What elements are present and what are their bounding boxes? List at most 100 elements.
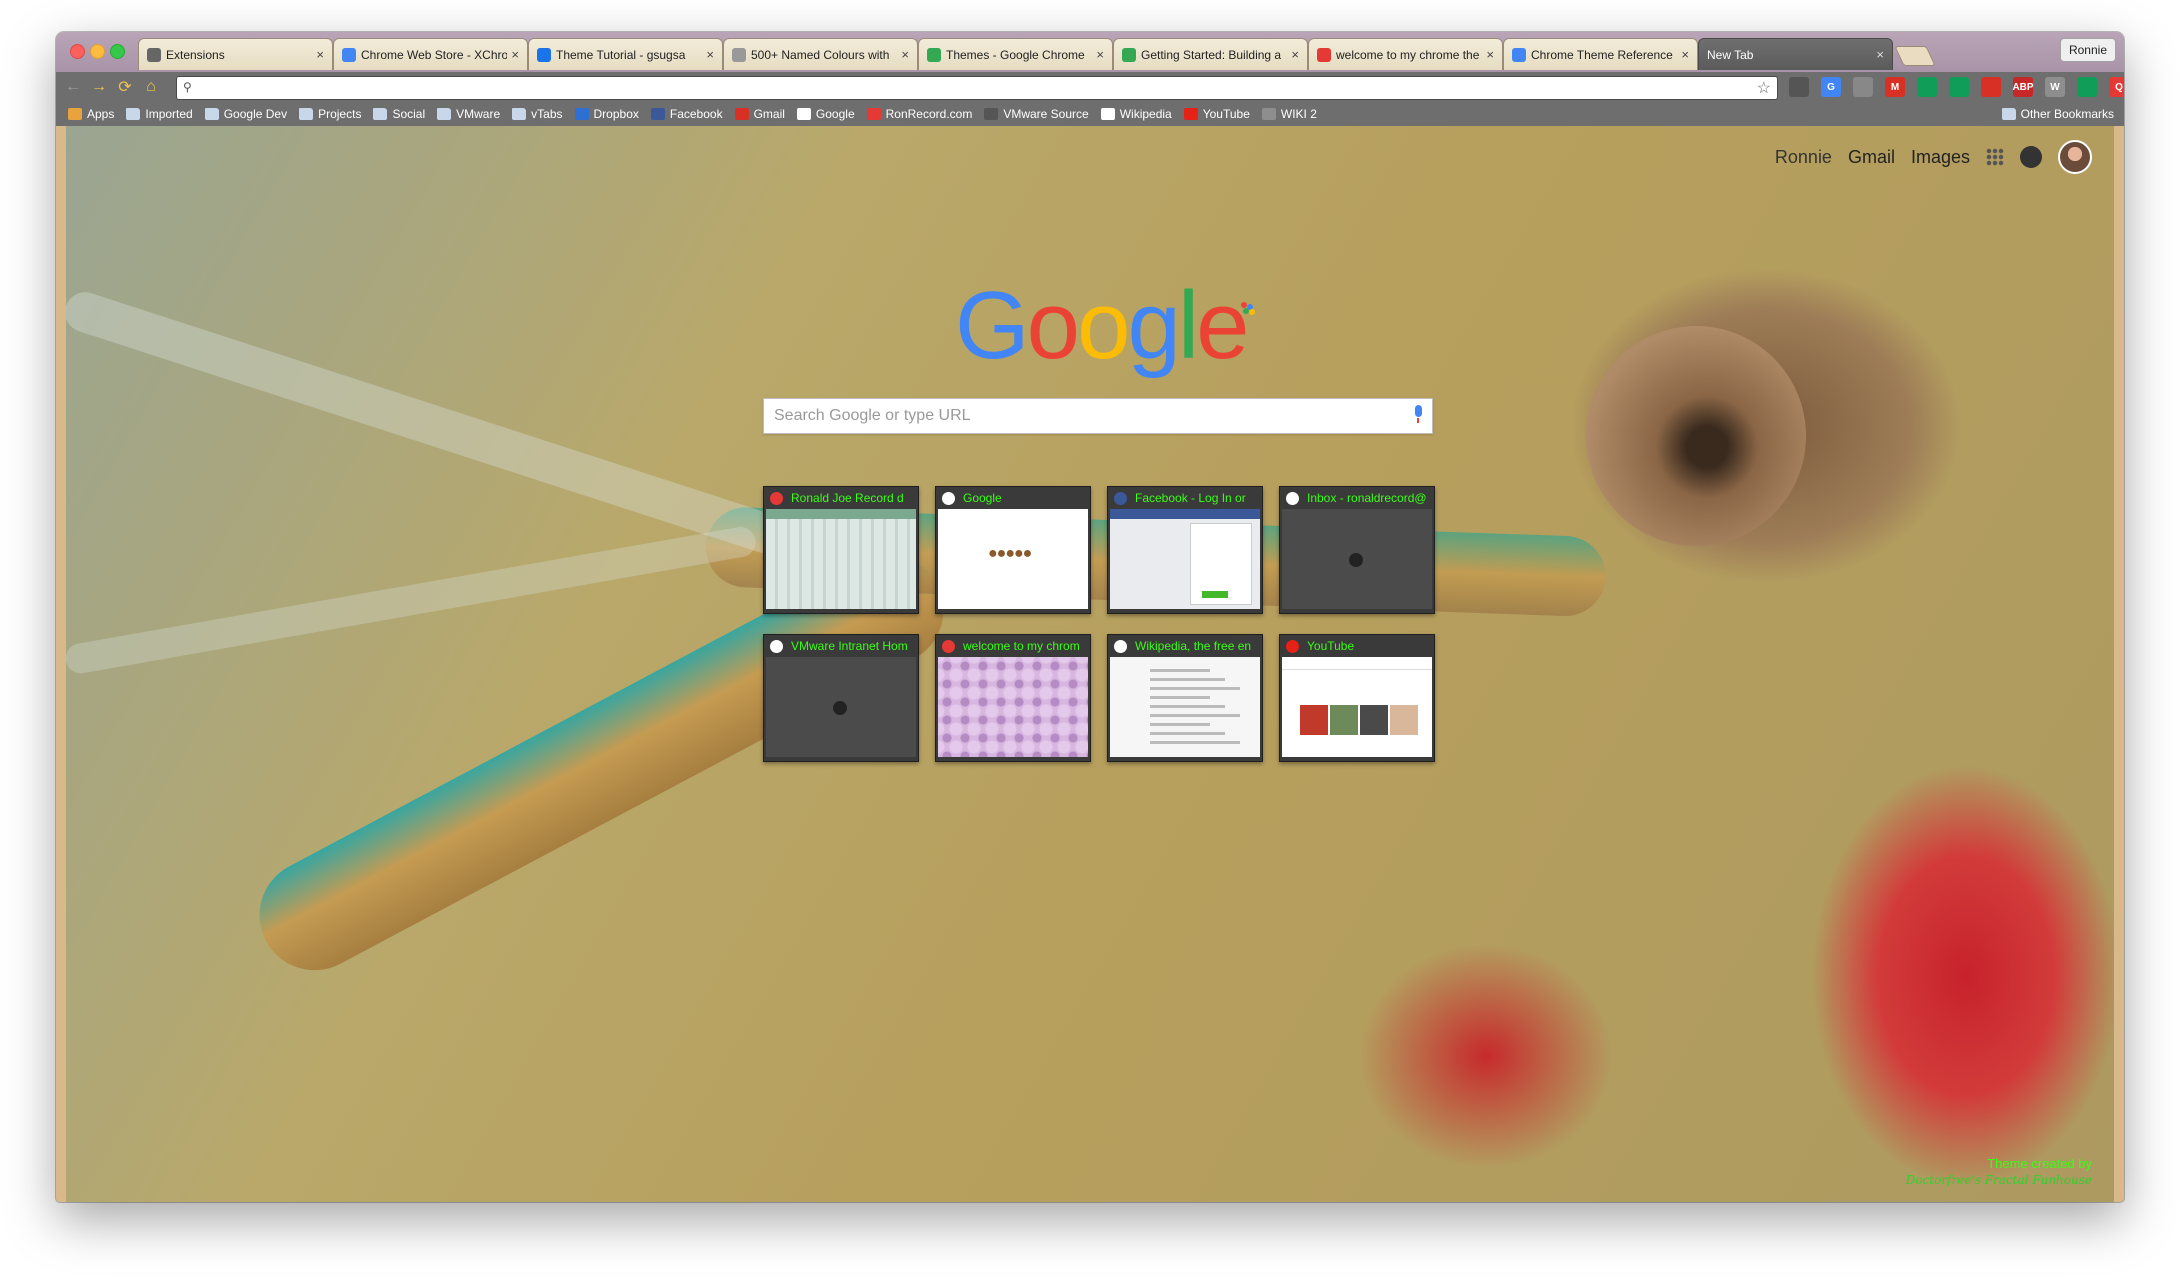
images-link[interactable]: Images — [1911, 147, 1970, 168]
search-box[interactable] — [763, 398, 1433, 434]
search-ext-icon[interactable]: Q — [2109, 77, 2124, 97]
tab-9[interactable]: New Tab × — [1698, 38, 1893, 70]
tab-7[interactable]: welcome to my chrome the × — [1308, 38, 1503, 70]
bookmark-apps[interactable]: Apps — [68, 107, 114, 121]
bookmark-label: YouTube — [1202, 107, 1250, 121]
thumb-line — [1150, 741, 1240, 744]
tab-4[interactable]: 500+ Named Colours with × — [723, 38, 918, 70]
bookmark-google-dev[interactable]: Google Dev — [204, 107, 288, 121]
most-visited-tile[interactable]: Ronald Joe Record d — [763, 486, 919, 614]
theme-credit-line2[interactable]: Doctorfree's Fractal Funhouse — [1906, 1172, 2092, 1188]
tab-title: 500+ Named Colours with — [751, 47, 890, 62]
profile-button[interactable]: Ronnie — [2059, 38, 2116, 62]
bookmark-wikipedia[interactable]: Wikipedia — [1100, 107, 1172, 121]
close-tab-icon[interactable]: × — [511, 47, 519, 62]
most-visited-tile[interactable]: VMware Intranet Hom — [763, 634, 919, 762]
bookmark-social[interactable]: Social — [373, 107, 425, 121]
bookmark-imported[interactable]: Imported — [126, 107, 193, 121]
tile-thumbnail — [766, 509, 916, 609]
doc-icon — [537, 47, 551, 62]
tab-title: welcome to my chrome the — [1336, 47, 1480, 62]
new-tab-button[interactable] — [1894, 46, 1936, 66]
youtube-icon — [1183, 108, 1198, 120]
bookmark-vmware-source[interactable]: VMware Source — [984, 107, 1089, 121]
most-visited-tile[interactable]: YouTube — [1279, 634, 1435, 762]
sheets-icon[interactable] — [2077, 77, 2097, 97]
microphone-icon[interactable] — [1412, 405, 1424, 425]
close-tab-icon[interactable]: × — [1096, 47, 1104, 62]
tab-5[interactable]: Themes - Google Chrome × — [918, 38, 1113, 70]
mail-icon[interactable] — [1853, 77, 1873, 97]
close-tab-icon[interactable]: × — [1876, 47, 1884, 62]
thumb-line — [1150, 723, 1210, 726]
drive-icon[interactable] — [1917, 77, 1937, 97]
bookmark-facebook[interactable]: Facebook — [650, 107, 723, 121]
close-tab-icon[interactable]: × — [706, 47, 714, 62]
bookmark-vmware[interactable]: VMware — [437, 107, 500, 121]
other-bookmarks[interactable]: Other Bookmarks — [2001, 102, 2114, 126]
bookmark-vtabs[interactable]: vTabs — [512, 107, 563, 121]
home-icon[interactable]: ⌂ — [138, 78, 164, 96]
bookmark-label: Google Dev — [223, 107, 288, 121]
hangouts-icon[interactable] — [1949, 77, 1969, 97]
tab-3[interactable]: Theme Tutorial - gsugsa × — [528, 38, 723, 70]
most-visited-tile[interactable]: Google ●●●●● — [935, 486, 1091, 614]
forward-icon[interactable]: → — [86, 78, 112, 96]
close-tab-icon[interactable]: × — [901, 47, 909, 62]
close-tab-icon[interactable]: × — [316, 47, 324, 62]
tab-1[interactable]: Extensions × — [138, 38, 333, 70]
chrome-icon — [342, 47, 356, 62]
logo-letter: e — [1196, 272, 1249, 379]
theme-credit: Theme created by Doctorfree's Fractal Fu… — [1906, 1156, 2092, 1188]
puzzle-icon — [147, 47, 161, 62]
bookmark-projects[interactable]: Projects — [299, 107, 361, 121]
minimize-window-button[interactable] — [90, 44, 105, 59]
close-tab-icon[interactable]: × — [1681, 47, 1689, 62]
most-visited-tile[interactable]: Wikipedia, the free en — [1107, 634, 1263, 762]
close-tab-icon[interactable]: × — [1486, 47, 1494, 62]
thumb-line — [1150, 669, 1210, 672]
page-icon — [732, 47, 746, 62]
search-input[interactable] — [764, 399, 1404, 433]
notifications-icon[interactable] — [2020, 146, 2042, 168]
reload-icon[interactable]: ⟳ — [112, 77, 138, 97]
bookmark-google[interactable]: Google — [796, 107, 855, 121]
user-name-link[interactable]: Ronnie — [1775, 147, 1832, 168]
gmail-link[interactable]: Gmail — [1848, 147, 1895, 168]
most-visited-tile[interactable]: Facebook - Log In or — [1107, 486, 1263, 614]
word-icon[interactable]: W — [2045, 77, 2065, 97]
apps-grid-icon — [68, 108, 82, 120]
tile-header: Facebook - Log In or — [1108, 487, 1262, 509]
logo-letter: G — [955, 272, 1030, 379]
most-visited-tile[interactable]: Inbox - ronaldrecord@ — [1279, 486, 1435, 614]
tab-8[interactable]: Chrome Theme Reference × — [1503, 38, 1698, 70]
thumb-line — [1150, 687, 1240, 690]
adblock-icon[interactable]: ABP — [2012, 77, 2034, 97]
bookmark-gmail[interactable]: Gmail — [734, 107, 785, 121]
thumb-doodle: ●●●●● — [988, 545, 1032, 562]
translate-icon[interactable]: G — [1821, 77, 1841, 97]
bookmark-youtube[interactable]: YouTube — [1183, 107, 1250, 121]
tile-title: VMware Intranet Hom — [791, 639, 908, 653]
bookmark-dropbox[interactable]: Dropbox — [574, 107, 639, 121]
avatar[interactable] — [2058, 140, 2092, 174]
maximize-window-button[interactable] — [110, 44, 125, 59]
apps-grid-icon[interactable] — [1986, 148, 2004, 166]
bookmark-label: Social — [392, 107, 426, 121]
close-tab-icon[interactable]: × — [1291, 47, 1299, 62]
thumb-bar — [1282, 657, 1432, 670]
bookmark-wiki-2[interactable]: WIKI 2 — [1261, 107, 1317, 121]
tab-6[interactable]: Getting Started: Building a × — [1113, 38, 1308, 70]
omnibox[interactable]: ⚲ ☆ — [176, 76, 1778, 100]
clip-icon[interactable] — [1981, 77, 2001, 97]
close-window-button[interactable] — [70, 44, 85, 59]
microphone-icon[interactable] — [1789, 77, 1809, 97]
gmail-icon[interactable]: M — [1885, 77, 1905, 97]
back-icon[interactable]: ← — [60, 78, 86, 96]
thumb-video — [1360, 705, 1388, 735]
bookmark-ronrecord-com[interactable]: RonRecord.com — [866, 107, 972, 121]
bookmark-star-icon[interactable]: ☆ — [1757, 78, 1771, 98]
most-visited-tile[interactable]: welcome to my chrom — [935, 634, 1091, 762]
bookmarks-bar: Apps Imported Google Dev Projects Social VMwa… — [56, 102, 2124, 126]
tab-2[interactable]: Chrome Web Store - XChro × — [333, 38, 528, 70]
